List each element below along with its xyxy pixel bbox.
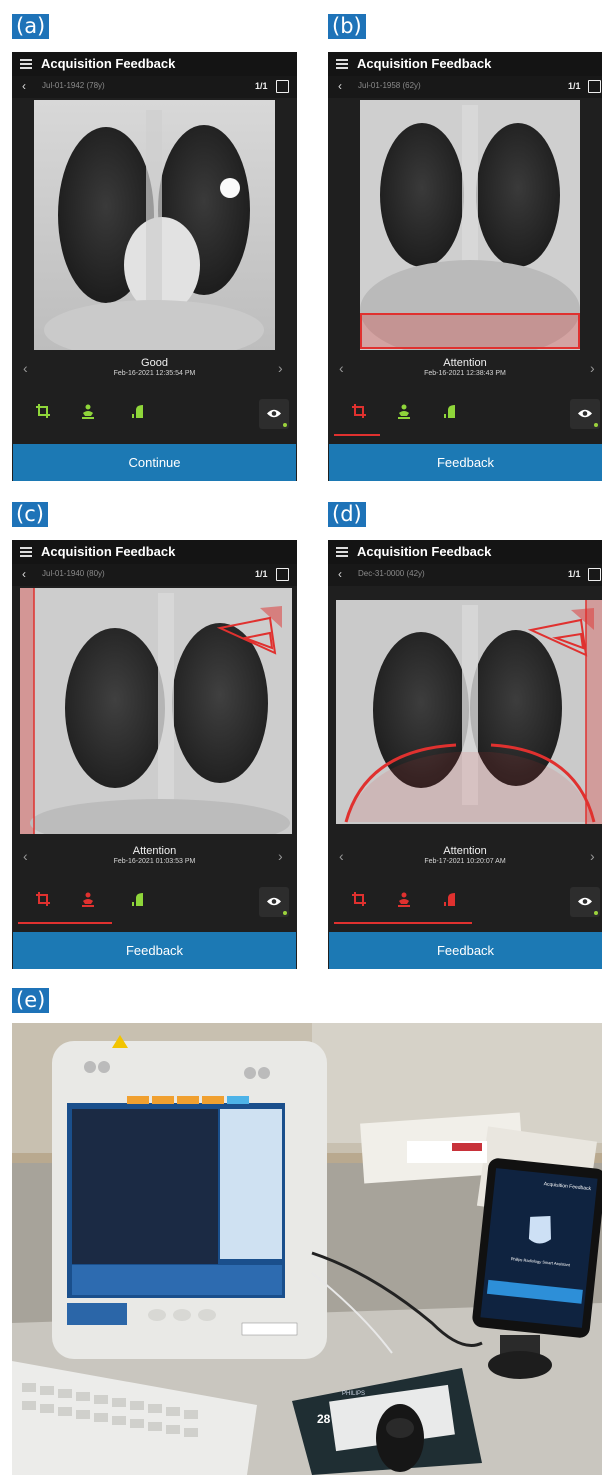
workstation-photo: Acquisition Feedback Philips Radiology S… xyxy=(12,1023,602,1475)
back-arrow-icon[interactable]: ‹ xyxy=(338,567,342,581)
timestamp: Feb-16-2021 12:38:43 PM xyxy=(424,370,506,377)
panel-label-e: (e) xyxy=(12,988,50,1013)
check-icons-row xyxy=(12,394,297,434)
app-header: Acquisition Feedback xyxy=(12,52,297,76)
indicator-dot xyxy=(594,911,598,915)
feedback-button[interactable]: Feedback xyxy=(329,932,602,969)
xray-image xyxy=(20,588,292,834)
patient-position-icon[interactable] xyxy=(396,404,412,420)
phone-screen-d: Acquisition Feedback ‹ Dec-31-0000 (42y)… xyxy=(328,540,602,969)
continue-button[interactable]: Continue xyxy=(13,444,296,481)
shoulder-icon[interactable] xyxy=(132,892,144,906)
image-count: 1/1 xyxy=(255,569,268,579)
panel-label-c: (c) xyxy=(12,502,48,527)
image-count: 1/1 xyxy=(568,569,581,579)
patient-id: Jul-01-1942 (78y) xyxy=(42,81,105,90)
timestamp: Feb-17-2021 10:20:07 AM xyxy=(424,858,506,865)
view-toggle[interactable] xyxy=(259,887,289,917)
phone-screen-a: Acquisition Feedback ‹ Jul-01-1942 (78y)… xyxy=(12,52,297,481)
image-count: 1/1 xyxy=(568,81,581,91)
view-toggle[interactable] xyxy=(259,399,289,429)
xray-image xyxy=(360,100,580,350)
view-toggle[interactable] xyxy=(570,887,600,917)
patient-position-icon[interactable] xyxy=(80,892,96,908)
image-count: 1/1 xyxy=(255,81,268,91)
image-gallery-icon[interactable] xyxy=(276,80,289,93)
patient-position-icon[interactable] xyxy=(80,404,96,420)
hamburger-menu-icon[interactable] xyxy=(336,545,348,559)
active-tab-underline xyxy=(18,922,112,924)
crop-icon[interactable] xyxy=(352,892,366,906)
patient-bar: ‹ Jul-01-1958 (62y) 1/1 xyxy=(328,76,602,98)
check-icons-row xyxy=(12,882,297,922)
xray-image xyxy=(336,600,602,824)
check-icons-row xyxy=(328,394,602,434)
status-block: Good Feb-16-2021 12:35:54 PM xyxy=(12,357,297,377)
status-block: Attention Feb-16-2021 01:03:53 PM xyxy=(12,845,297,865)
crop-icon[interactable] xyxy=(352,404,366,418)
indicator-dot xyxy=(283,423,287,427)
active-tab-underline xyxy=(334,922,472,924)
patient-id: Jul-01-1940 (80y) xyxy=(42,569,105,578)
image-gallery-icon[interactable] xyxy=(588,80,601,93)
view-toggle[interactable] xyxy=(570,399,600,429)
app-title: Acquisition Feedback xyxy=(357,56,492,71)
feedback-button[interactable]: Feedback xyxy=(329,444,602,481)
app-header: Acquisition Feedback xyxy=(328,540,602,564)
active-tab-underline xyxy=(334,434,380,436)
console-brand: PHILIPS xyxy=(342,1391,365,1397)
status-text: Good xyxy=(141,357,168,369)
app-header: Acquisition Feedback xyxy=(328,52,602,76)
feedback-button[interactable]: Feedback xyxy=(13,932,296,969)
crop-icon[interactable] xyxy=(36,892,50,906)
image-gallery-icon[interactable] xyxy=(588,568,601,581)
app-title: Acquisition Feedback xyxy=(41,56,176,71)
hamburger-menu-icon[interactable] xyxy=(336,57,348,71)
patient-bar: ‹ Jul-01-1940 (80y) 1/1 xyxy=(12,564,297,586)
xray-image xyxy=(34,100,275,350)
shoulder-icon[interactable] xyxy=(444,404,456,418)
status-block: Attention Feb-16-2021 12:38:43 PM xyxy=(328,357,602,377)
back-arrow-icon[interactable]: ‹ xyxy=(22,567,26,581)
shoulder-icon[interactable] xyxy=(132,404,144,418)
panel-label-d: (d) xyxy=(328,502,366,527)
app-title: Acquisition Feedback xyxy=(41,544,176,559)
crop-icon[interactable] xyxy=(36,404,50,418)
patient-position-icon[interactable] xyxy=(396,892,412,908)
eye-icon xyxy=(267,409,281,418)
mousepad-number: 28 xyxy=(317,1412,331,1426)
phone-screen-c: Acquisition Feedback ‹ Jul-01-1940 (80y)… xyxy=(12,540,297,969)
panel-label-a: (a) xyxy=(12,14,50,39)
hamburger-menu-icon[interactable] xyxy=(20,545,32,559)
shoulder-icon[interactable] xyxy=(444,892,456,906)
patient-id: Jul-01-1958 (62y) xyxy=(358,81,421,90)
check-icons-row xyxy=(328,882,602,922)
eye-icon xyxy=(578,897,592,906)
hamburger-menu-icon[interactable] xyxy=(20,57,32,71)
indicator-dot xyxy=(594,423,598,427)
phone-screen-b: Acquisition Feedback ‹ Jul-01-1958 (62y)… xyxy=(328,52,602,481)
timestamp: Feb-16-2021 12:35:54 PM xyxy=(113,370,196,377)
status-text: Attention xyxy=(443,357,487,369)
status-block: Attention Feb-17-2021 10:20:07 AM xyxy=(328,845,602,865)
timestamp: Feb-16-2021 01:03:53 PM xyxy=(113,858,196,865)
back-arrow-icon[interactable]: ‹ xyxy=(22,79,26,93)
app-title: Acquisition Feedback xyxy=(357,544,492,559)
eye-icon xyxy=(267,897,281,906)
indicator-dot xyxy=(283,911,287,915)
app-header: Acquisition Feedback xyxy=(12,540,297,564)
status-text: Attention xyxy=(132,845,177,857)
panel-label-b: (b) xyxy=(328,14,366,39)
back-arrow-icon[interactable]: ‹ xyxy=(338,79,342,93)
patient-id: Dec-31-0000 (42y) xyxy=(358,569,425,578)
patient-bar: ‹ Jul-01-1942 (78y) 1/1 xyxy=(12,76,297,98)
image-gallery-icon[interactable] xyxy=(276,568,289,581)
patient-bar: ‹ Dec-31-0000 (42y) 1/1 xyxy=(328,564,602,586)
status-text: Attention xyxy=(443,845,487,857)
eye-icon xyxy=(578,409,592,418)
